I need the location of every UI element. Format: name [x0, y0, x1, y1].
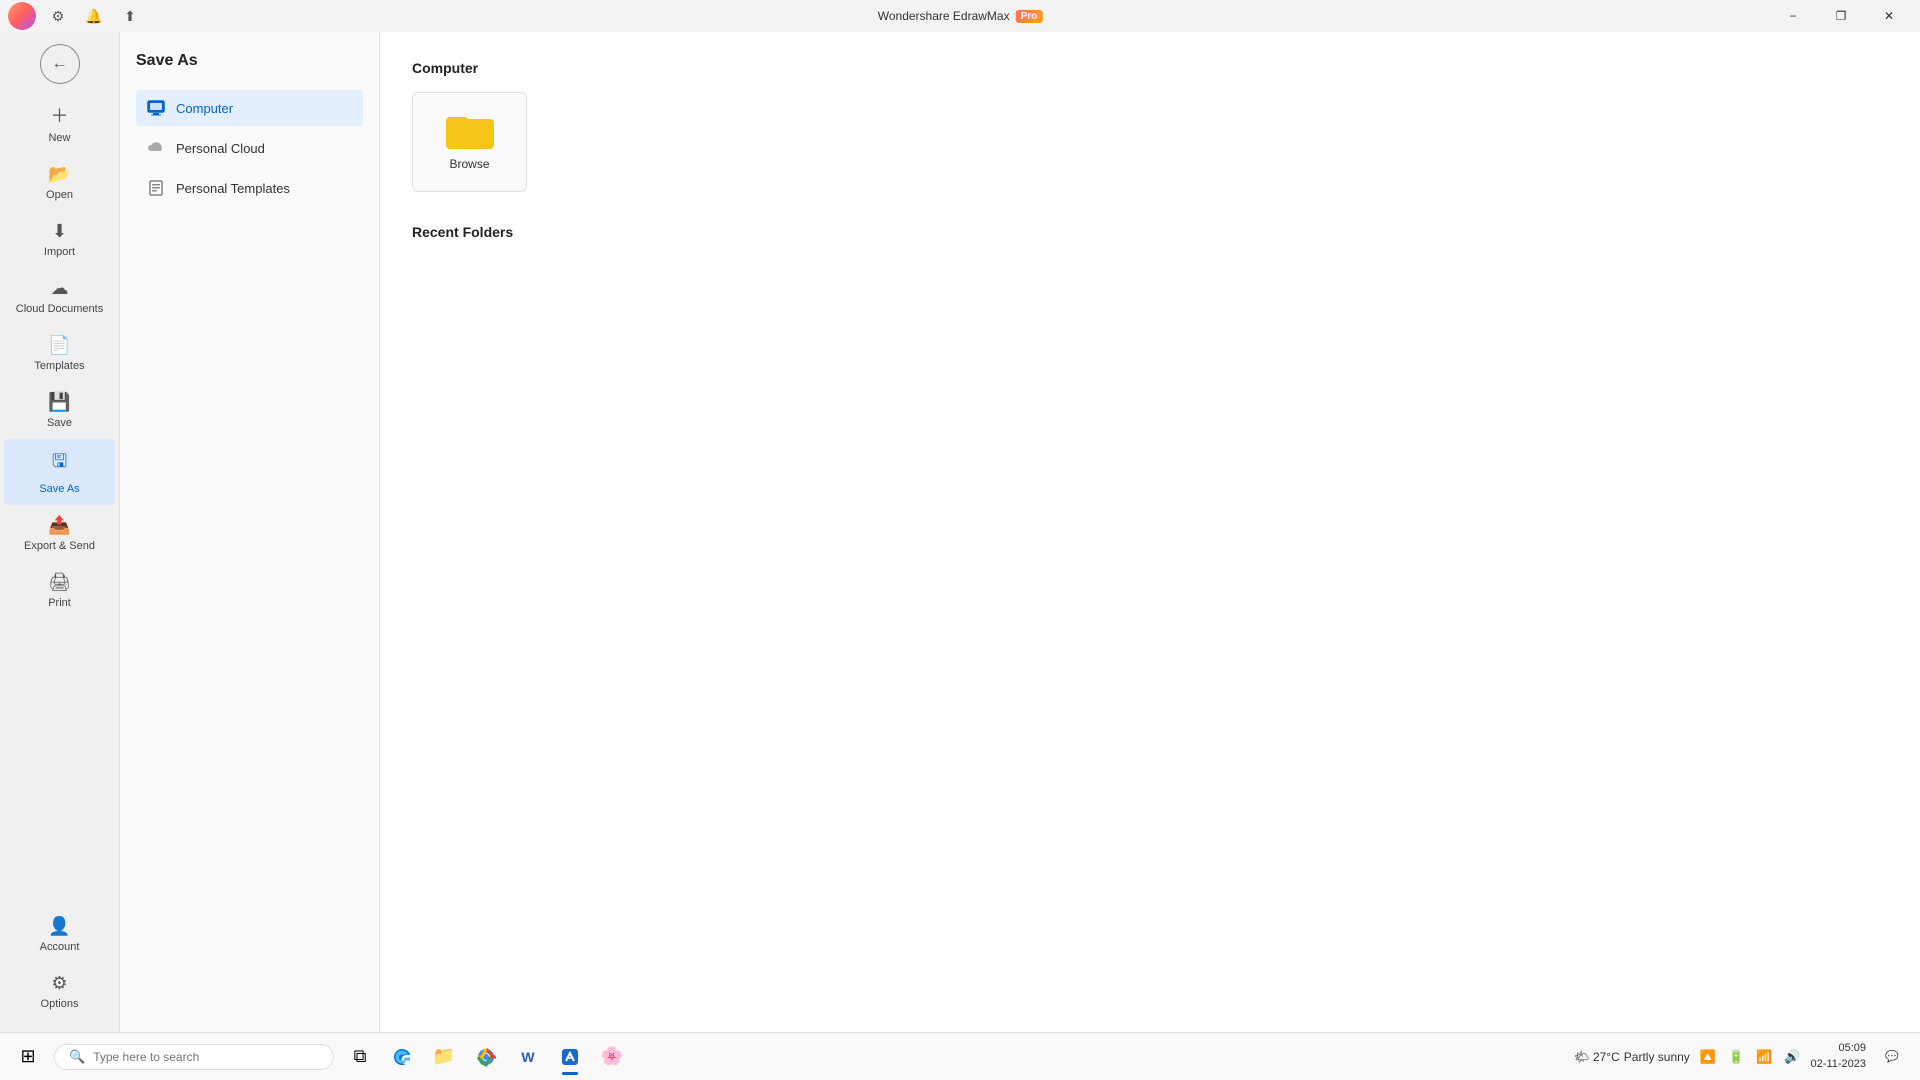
taskbar-time-display: 05:09: [1811, 1041, 1866, 1056]
account-icon: 👤: [48, 916, 70, 937]
save-as-icon: 🖫: [52, 449, 67, 479]
import-icon: ⬇: [52, 221, 67, 242]
notification-button[interactable]: 💬: [1872, 1037, 1912, 1077]
sidebar-item-options[interactable]: ⚙ Options: [4, 963, 115, 1020]
taskbar-search-bar[interactable]: 🔍: [54, 1044, 334, 1070]
export-icon: 📤: [48, 515, 70, 536]
templates-icon: 📄: [48, 335, 70, 356]
start-button[interactable]: ⊞: [8, 1037, 48, 1077]
save-icon: 💾: [48, 392, 70, 413]
sidebar-item-save-as-label: Save As: [39, 483, 79, 495]
taskbar-app-task-view[interactable]: ⧉: [340, 1037, 380, 1077]
sidebar-item-cloud-docs-label: Cloud Documents: [16, 303, 103, 315]
search-icon: 🔍: [69, 1049, 85, 1065]
volume-icon[interactable]: 🔊: [1780, 1047, 1804, 1067]
personal-templates-icon: [146, 178, 166, 198]
browse-card[interactable]: Browse: [412, 92, 527, 192]
weather-icon: 🌤: [1574, 1050, 1589, 1064]
sidebar-bottom: 👤 Account ⚙ Options: [0, 906, 119, 1032]
sidebar-item-account-label: Account: [40, 941, 80, 953]
main-content: Computer Browse Recent Folders: [380, 32, 1920, 1032]
weather-temp: 27°C: [1593, 1050, 1620, 1064]
sidebar-item-export-send[interactable]: 📤 Export & Send: [4, 505, 115, 562]
taskbar: ⊞ 🔍 ⧉ 📁 W: [0, 1032, 1920, 1080]
computer-section-title: Computer: [412, 60, 1888, 76]
sidebar-item-new[interactable]: ＋ New: [4, 92, 115, 154]
recent-folders-title: Recent Folders: [412, 224, 1888, 240]
title-bar-right-icons: ⚙ 🔔 ⬆: [8, 2, 144, 30]
restore-button[interactable]: ❐: [1818, 0, 1864, 32]
save-option-personal-templates[interactable]: Personal Templates: [136, 170, 363, 206]
open-icon: 📂: [48, 164, 70, 185]
cloud-docs-icon: ☁: [51, 278, 69, 299]
close-button[interactable]: ✕: [1866, 0, 1912, 32]
settings-icon[interactable]: ⚙: [44, 2, 72, 30]
minimize-button[interactable]: −: [1770, 0, 1816, 32]
bell-icon[interactable]: 🔔: [80, 2, 108, 30]
taskbar-app-word[interactable]: W: [508, 1037, 548, 1077]
save-option-templates-label: Personal Templates: [176, 181, 290, 196]
weather-condition: Partly sunny: [1624, 1050, 1690, 1064]
sidebar-item-save-as[interactable]: 🖫 Save As: [4, 439, 115, 505]
save-option-computer[interactable]: Computer: [136, 90, 363, 126]
taskbar-app-flowers[interactable]: 🌸: [592, 1037, 632, 1077]
taskbar-sys-icons: 🔼 🔋 📶 🔊: [1696, 1047, 1805, 1067]
share-icon[interactable]: ⬆: [116, 2, 144, 30]
wifi-icon[interactable]: 📶: [1752, 1047, 1776, 1067]
back-button[interactable]: ←: [40, 44, 80, 84]
taskbar-app-file-explorer[interactable]: 📁: [424, 1037, 464, 1077]
computer-icon: [146, 98, 166, 118]
middle-panel: Save As Computer Personal Cloud: [120, 32, 380, 1032]
new-icon: ＋: [51, 102, 69, 128]
sidebar-item-open[interactable]: 📂 Open: [4, 154, 115, 211]
app-name: Wondershare EdrawMax: [878, 9, 1010, 23]
battery-icon[interactable]: 🔋: [1724, 1047, 1748, 1067]
sidebar-item-export-send-label: Export & Send: [24, 540, 95, 552]
sidebar-item-account[interactable]: 👤 Account: [4, 906, 115, 963]
save-option-cloud-label: Personal Cloud: [176, 141, 265, 156]
folder-icon: [446, 113, 494, 149]
print-icon: 🖨: [48, 572, 71, 593]
panel-title: Save As: [136, 52, 363, 70]
chevron-up-icon[interactable]: 🔼: [1696, 1047, 1720, 1067]
save-option-computer-label: Computer: [176, 101, 233, 116]
pro-badge: Pro: [1016, 10, 1043, 23]
app-title: Wondershare EdrawMax Pro: [878, 9, 1043, 23]
sidebar-item-templates[interactable]: 📄 Templates: [4, 325, 115, 382]
sidebar-item-save-label: Save: [47, 417, 72, 429]
sidebar-item-print-label: Print: [48, 597, 71, 609]
taskbar-date-display: 02-11-2023: [1811, 1057, 1866, 1072]
window-controls: − ❐ ✕: [1770, 0, 1912, 32]
save-option-personal-cloud[interactable]: Personal Cloud: [136, 130, 363, 166]
taskbar-right: 🌤 27°C Partly sunny 🔼 🔋 📶 🔊 05:09 02-11-…: [1574, 1037, 1912, 1077]
start-icon: ⊞: [20, 1046, 35, 1067]
sidebar-narrow: ← ＋ New 📂 Open ⬇ Import ☁ Cloud Document…: [0, 32, 120, 1032]
sidebar-item-templates-label: Templates: [34, 360, 84, 372]
sidebar-item-print[interactable]: 🖨 Print: [4, 562, 115, 619]
browse-label: Browse: [449, 157, 489, 171]
sidebar-item-new-label: New: [48, 132, 70, 144]
sidebar-item-import[interactable]: ⬇ Import: [4, 211, 115, 268]
sidebar-item-save[interactable]: 💾 Save: [4, 382, 115, 439]
taskbar-datetime[interactable]: 05:09 02-11-2023: [1811, 1041, 1866, 1072]
app-container: ← ＋ New 📂 Open ⬇ Import ☁ Cloud Document…: [0, 32, 1920, 1032]
taskbar-weather[interactable]: 🌤 27°C Partly sunny: [1574, 1050, 1690, 1064]
title-bar: Wondershare EdrawMax Pro ⚙ 🔔 ⬆ − ❐ ✕: [0, 0, 1920, 32]
sidebar-item-cloud-docs[interactable]: ☁ Cloud Documents: [4, 268, 115, 325]
user-avatar[interactable]: [8, 2, 36, 30]
sidebar-item-open-label: Open: [46, 189, 73, 201]
sidebar-item-import-label: Import: [44, 246, 75, 258]
taskbar-app-chrome[interactable]: [466, 1037, 506, 1077]
options-icon: ⚙: [51, 973, 67, 994]
taskbar-apps: ⧉ 📁 W 🌸: [340, 1037, 1572, 1077]
sidebar-item-options-label: Options: [41, 998, 79, 1010]
taskbar-app-edge[interactable]: [382, 1037, 422, 1077]
personal-cloud-icon: [146, 138, 166, 158]
taskbar-app-edraw[interactable]: [550, 1037, 590, 1077]
search-input[interactable]: [93, 1050, 319, 1064]
